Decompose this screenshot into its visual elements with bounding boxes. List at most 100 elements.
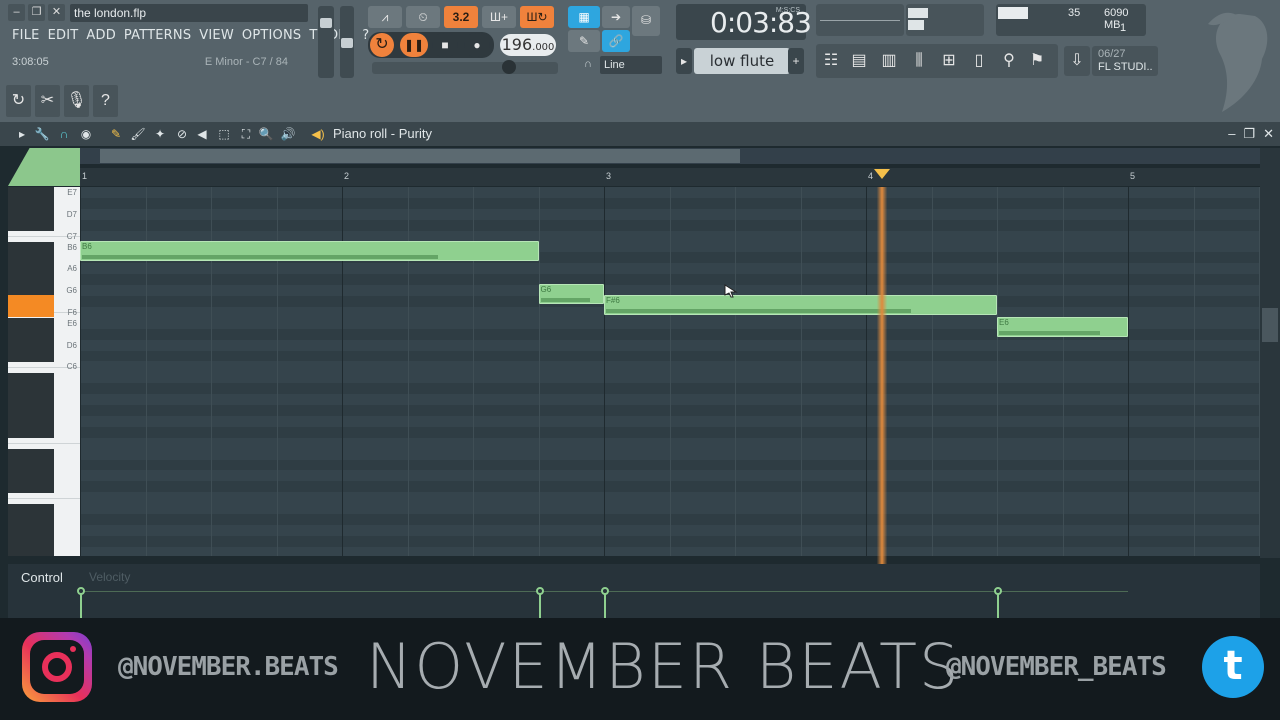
piano-black-key[interactable] (8, 187, 54, 210)
timeline-ruler[interactable]: 1 2 3 4 5 (80, 168, 1260, 186)
record-button[interactable]: ● (464, 33, 490, 57)
master-volume-slider[interactable] (318, 6, 334, 78)
typing-keyboard-button[interactable]: Ш+ (482, 6, 516, 28)
preview-key-icon[interactable] (8, 148, 80, 186)
note-block[interactable]: F#6 (604, 295, 997, 315)
piano-black-key[interactable] (8, 394, 54, 417)
news-panel[interactable]: 06/27 FL STUDI.. (1092, 46, 1158, 76)
piano-black-key[interactable] (8, 449, 54, 472)
piano-black-key[interactable] (8, 340, 54, 363)
restore-icon[interactable]: ❐ (28, 4, 45, 21)
velocity-handle-icon[interactable] (601, 587, 609, 595)
piano-roll-icon[interactable]: ▤ (846, 47, 872, 75)
pr-minimize-icon[interactable]: – (1228, 126, 1235, 142)
mic-icon[interactable]: 🎙 (64, 85, 89, 117)
note-block[interactable]: G6 (538, 284, 604, 305)
playback-tool-icon[interactable]: 🔊 (280, 127, 296, 141)
stop-button[interactable]: ■ (432, 33, 458, 57)
pr-maximize-icon[interactable]: ❐ (1243, 126, 1255, 142)
menu-options[interactable]: OPTIONS (238, 25, 305, 47)
piano-black-key[interactable] (8, 263, 54, 286)
pattern-song-toggle[interactable]: 3.2 (444, 6, 478, 28)
velocity-lane[interactable] (8, 564, 1260, 620)
piano-black-key[interactable] (8, 547, 54, 556)
horizontal-scroll-thumb[interactable] (100, 149, 740, 163)
piano-black-key[interactable] (8, 318, 54, 341)
performance-icon[interactable]: ⚑ (1024, 47, 1050, 75)
zoom-area-icon[interactable]: ⛶ (238, 127, 254, 141)
note-grid[interactable]: B6 G6 F#6 E6 (80, 187, 1260, 556)
menu-edit[interactable]: EDIT (44, 25, 83, 47)
velocity-stem[interactable] (604, 592, 606, 618)
channel-rack-icon[interactable]: ▥ (876, 47, 902, 75)
song-position-clock[interactable]: 0:03:83 M:S:CS (676, 4, 812, 40)
step-edit-icon[interactable]: ➔ (602, 6, 630, 28)
typing-keys-icon[interactable]: ▦ (568, 6, 600, 28)
wrench-icon[interactable]: 🔧 (34, 127, 50, 141)
piano-keyboard[interactable]: E7 D7 C7 B6 A6 G6 F6 E6 D6 C6 (8, 187, 80, 556)
control-param[interactable]: Velocity (89, 570, 130, 584)
velocity-stem[interactable] (80, 592, 82, 618)
playhead-marker-icon[interactable] (873, 169, 890, 179)
velocity-handle-icon[interactable] (77, 587, 85, 595)
horizontal-scrollbar[interactable] (80, 148, 1260, 164)
velocity-handle-icon[interactable] (535, 587, 544, 595)
minimize-icon[interactable]: – (8, 4, 25, 21)
piano-key-highlight[interactable] (8, 295, 54, 317)
help-icon[interactable]: ? (93, 85, 118, 117)
zoom-icon[interactable]: 🔍 (258, 127, 274, 141)
menu-add[interactable]: ADD (82, 25, 120, 47)
slice-tool-icon[interactable]: ◀ (194, 127, 210, 141)
prev-channel-icon[interactable]: ▸ (676, 48, 692, 74)
velocity-stem[interactable] (997, 592, 999, 618)
playlist-icon[interactable]: ☷ (818, 47, 844, 75)
select-tool-icon[interactable]: ⬚ (216, 127, 232, 141)
blend-notes-icon[interactable]: ⛁ (632, 6, 660, 36)
piano-black-key[interactable] (8, 503, 54, 526)
instrument-name[interactable]: low flute (694, 48, 790, 74)
piano-black-key[interactable] (8, 372, 54, 395)
master-pitch-slider[interactable] (340, 6, 354, 78)
pattern-mode-icon[interactable]: ↻ (370, 33, 394, 57)
note-block[interactable]: B6 (80, 240, 539, 261)
magnet-icon[interactable]: ∩ (584, 58, 592, 70)
tempo-display[interactable]: 196.000 (500, 34, 556, 56)
close-icon[interactable]: ✕ (48, 4, 65, 21)
plugin-icon[interactable]: ⚲ (996, 47, 1022, 75)
metronome-button[interactable]: ⩘ (368, 6, 402, 28)
download-icon[interactable]: ⇩ (1064, 46, 1090, 76)
pause-button[interactable]: ❚❚ (400, 33, 428, 57)
mixer-icon[interactable]: ⫼ (906, 47, 932, 75)
cut-icon[interactable]: ✂ (35, 85, 60, 117)
menu-file[interactable]: FILE (8, 25, 44, 47)
delete-tool-icon[interactable]: ✦ (152, 127, 168, 141)
piano-black-key[interactable] (8, 416, 54, 439)
velocity-handle-icon[interactable] (994, 587, 1002, 595)
snap-selector[interactable]: Line (600, 56, 662, 74)
speaker-icon[interactable]: ◀) (310, 127, 326, 141)
piano-black-key[interactable] (8, 525, 54, 548)
mute-tool-icon[interactable]: ⊘ (174, 127, 190, 141)
paint-brush-icon[interactable]: 🖌 (130, 127, 146, 141)
piano-roll-menu-icon[interactable]: ▸ (14, 127, 30, 141)
browser-icon[interactable]: ⊞ (936, 47, 962, 75)
add-channel-icon[interactable]: + (788, 48, 804, 74)
menu-patterns[interactable]: PATTERNS (120, 25, 195, 47)
link-icon[interactable]: 🔗 (602, 30, 630, 52)
piano-black-key[interactable] (8, 470, 54, 493)
vertical-scrollbar[interactable] (1260, 148, 1280, 558)
velocity-stem[interactable] (538, 592, 541, 618)
undo-icon[interactable]: ↻ (6, 85, 31, 117)
note-block[interactable]: E6 (997, 316, 1128, 337)
record-target-icon[interactable]: ◉ (78, 127, 94, 141)
wait-for-input-button[interactable]: ⏲ (406, 6, 440, 28)
project-file-icon[interactable]: ▯ (966, 47, 992, 75)
loop-record-button[interactable]: Ш↻ (520, 6, 554, 28)
menu-view[interactable]: VIEW (195, 25, 238, 47)
piano-black-key[interactable] (8, 241, 54, 264)
vertical-scroll-thumb[interactable] (1262, 308, 1278, 342)
pr-close-icon[interactable]: ✕ (1263, 126, 1274, 142)
piano-black-key[interactable] (8, 209, 54, 232)
pen-tool-icon[interactable]: ✎ (568, 30, 600, 52)
draw-pencil-icon[interactable]: ✎ (108, 127, 124, 141)
